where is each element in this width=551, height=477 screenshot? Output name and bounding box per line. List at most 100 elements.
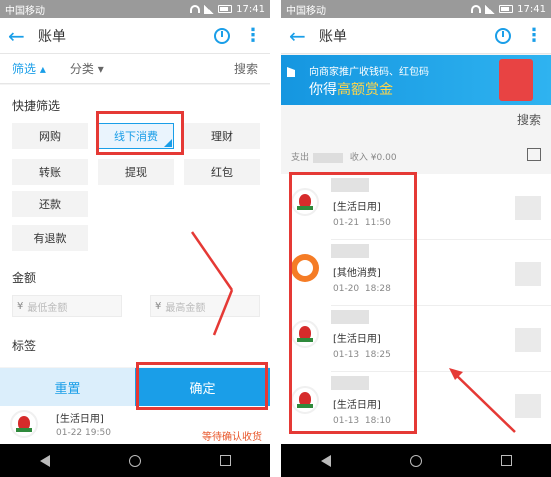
wifi-icon: [190, 5, 201, 13]
filter-tab[interactable]: 筛选 ▴: [12, 60, 46, 77]
more-menu-icon[interactable]: ⋮: [525, 26, 543, 45]
item-category: [生活日用]: [333, 202, 381, 213]
merchant-name-blurred: [331, 310, 369, 324]
income-label: 收入: [349, 153, 368, 163]
search-link[interactable]: 搜索: [281, 105, 551, 131]
banner-line1: 向商家推广收钱码、红包码: [309, 67, 429, 78]
back-arrow-icon[interactable]: ←: [289, 24, 311, 48]
megaphone-icon: [287, 67, 303, 77]
chip-red-packet[interactable]: 红包: [184, 159, 260, 185]
item-category: [生活日用]: [333, 334, 381, 345]
amount-blurred: [515, 196, 541, 220]
wifi-icon: [471, 5, 482, 13]
tags-heading: 标签: [12, 339, 37, 353]
nav-back-icon[interactable]: [320, 454, 331, 467]
app-bar: ← 账单 ⋮: [281, 18, 551, 54]
item-category: [生活日用]: [333, 400, 381, 411]
category-tab[interactable]: 分类 ▾: [70, 60, 234, 77]
page-title: 账单: [38, 28, 66, 45]
chip-repayment[interactable]: 还款: [12, 191, 88, 217]
back-arrow-icon[interactable]: ←: [8, 24, 30, 48]
item-datetime: 01-13 18:25: [333, 350, 391, 360]
chip-online-shopping[interactable]: 网购: [12, 123, 88, 149]
carrier-label: 中国移动: [5, 5, 45, 17]
clock-label: 17:41: [517, 3, 546, 15]
amount-blurred: [515, 394, 541, 418]
more-menu-icon[interactable]: ⋮: [244, 26, 262, 45]
min-amount-placeholder: 最低金额: [27, 302, 68, 314]
income-value: ¥0.00: [370, 153, 397, 163]
bill-list: [生活日用] 01-21 11:50 [其他消费] 01-20 18:28 [生…: [281, 174, 551, 444]
filter-panel: 快捷筛选 网购 线下消费 理财 转账 提现 红包 还款 有退款 金额 ¥ 最低金…: [0, 85, 270, 367]
nav-home-icon[interactable]: [409, 454, 422, 467]
filter-bar: 筛选 ▴ 分类 ▾ 搜索: [0, 54, 270, 84]
chip-withdraw[interactable]: 提现: [98, 159, 174, 185]
banner-line2: 你得高额赏金: [309, 82, 393, 98]
android-nav-bar: [281, 444, 551, 477]
chip-refund[interactable]: 有退款: [12, 225, 88, 251]
currency-symbol: ¥: [17, 300, 24, 312]
search-link[interactable]: 搜索: [234, 60, 258, 77]
carrier-label: 中国移动: [286, 5, 326, 17]
page-title: 账单: [319, 28, 347, 45]
signal-icon: [204, 4, 215, 14]
quick-filter-heading: 快捷筛选: [12, 99, 61, 113]
list-item[interactable]: [生活日用] 01-13 18:25: [281, 306, 551, 372]
currency-symbol: ¥: [155, 300, 162, 312]
qr-code-card-icon: [499, 59, 533, 101]
app-bar: ← 账单 ⋮: [0, 18, 270, 54]
nav-recent-icon[interactable]: [500, 455, 512, 466]
peek-category: [生活日用]: [56, 414, 104, 425]
history-clock-icon[interactable]: [214, 27, 230, 44]
reset-button[interactable]: 重置: [0, 368, 135, 406]
chip-wealth[interactable]: 理财: [184, 123, 260, 149]
amount-blurred: [515, 328, 541, 352]
merchant-avatar-icon: [291, 386, 319, 414]
right-screen: 中国移动 17:41 ← 账单 ⋮ 向商家推广收钱码、红包码 你得高额赏金 搜索…: [281, 0, 551, 477]
status-icons: 17:41: [471, 4, 546, 15]
nav-recent-icon[interactable]: [219, 455, 231, 466]
status-icons: 17:41: [190, 4, 265, 15]
peek-status: 等待确认收货: [202, 432, 262, 443]
bill-list-item-peek[interactable]: [生活日用] 01-22 19:50 等待确认收货: [0, 406, 270, 444]
merchant-name-blurred: [331, 178, 369, 192]
history-clock-icon[interactable]: [495, 27, 511, 44]
peek-datetime: 01-22 19:50: [56, 428, 111, 438]
merchant-name-blurred: [331, 376, 369, 390]
merchant-avatar-icon: [291, 254, 319, 282]
min-amount-field[interactable]: ¥ 最低金额: [12, 295, 122, 317]
item-category: [其他消费]: [333, 268, 381, 279]
nav-back-icon[interactable]: [39, 454, 50, 467]
amount-heading: 金额: [12, 271, 37, 285]
android-nav-bar: [0, 444, 270, 477]
max-amount-field[interactable]: ¥ 最高金额: [150, 295, 260, 317]
list-item[interactable]: [其他消费] 01-20 18:28: [281, 240, 551, 306]
confirm-button[interactable]: 确定: [135, 368, 270, 406]
chip-transfer[interactable]: 转账: [12, 159, 88, 185]
expense-label: 支出: [291, 153, 310, 163]
signal-icon: [485, 4, 496, 14]
calendar-icon[interactable]: [527, 148, 541, 161]
clock-label: 17:41: [236, 3, 265, 15]
item-datetime: 01-20 18:28: [333, 284, 391, 294]
battery-icon: [218, 5, 233, 13]
month-summary: 支出 收入 ¥0.00: [281, 140, 551, 174]
status-bar: 中国移动 17:41: [0, 0, 270, 18]
list-item[interactable]: [生活日用] 01-13 18:10: [281, 372, 551, 438]
filter-actions: 重置 确定: [0, 368, 270, 406]
status-bar: 中国移动 17:41: [281, 0, 551, 18]
merchant-avatar-icon: [291, 188, 319, 216]
amount-blurred: [515, 262, 541, 286]
left-screen: 中国移动 17:41 ← 账单 ⋮ 筛选 ▴ 分类 ▾ 搜索 快捷筛选 网购 线…: [0, 0, 270, 477]
merchant-name-blurred: [331, 244, 369, 258]
battery-icon: [499, 5, 514, 13]
item-datetime: 01-21 11:50: [333, 218, 391, 228]
list-item[interactable]: [生活日用] 01-21 11:50: [281, 174, 551, 240]
item-datetime: 01-13 18:10: [333, 416, 391, 426]
promo-banner[interactable]: 向商家推广收钱码、红包码 你得高额赏金: [281, 55, 551, 105]
chip-offline-consumption[interactable]: 线下消费: [98, 123, 174, 149]
merchant-avatar-icon: [10, 410, 38, 438]
merchant-avatar-icon: [291, 320, 319, 348]
max-amount-placeholder: 最高金额: [165, 302, 206, 314]
nav-home-icon[interactable]: [128, 454, 141, 467]
